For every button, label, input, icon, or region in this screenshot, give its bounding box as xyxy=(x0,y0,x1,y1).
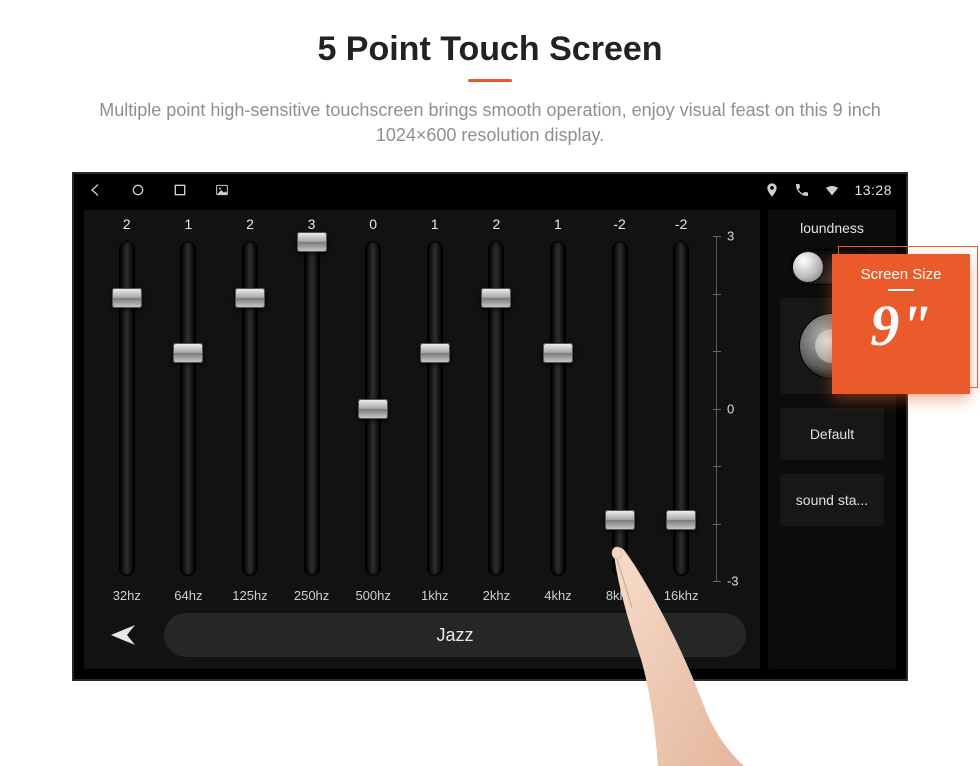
eq-slider-thumb[interactable] xyxy=(235,288,265,308)
eq-slider[interactable] xyxy=(181,242,195,575)
recent-apps-icon[interactable] xyxy=(172,182,188,198)
location-icon xyxy=(764,182,780,198)
eq-slider-thumb[interactable] xyxy=(297,232,327,252)
equalizer-panel: 232hz164hz2125hz3250hz0500hz11khz22khz14… xyxy=(84,210,760,669)
eq-band-freq: 2khz xyxy=(483,581,510,609)
page-title: 5 Point Touch Screen xyxy=(0,30,980,69)
title-underline xyxy=(468,79,512,82)
eq-band-freq: 4khz xyxy=(544,581,571,609)
eq-band: 1 64hz xyxy=(158,216,220,609)
phone-icon xyxy=(794,182,810,198)
eq-slider-thumb[interactable] xyxy=(420,343,450,363)
eq-scale-label: -3 xyxy=(727,574,739,589)
loudness-label: loundness xyxy=(800,220,864,236)
eq-slider-thumb[interactable] xyxy=(481,288,511,308)
eq-band-freq: 32hz xyxy=(113,581,141,609)
eq-scale: 3 0 -3 xyxy=(712,216,748,609)
eq-band-freq: 125hz xyxy=(232,581,267,609)
eq-slider[interactable] xyxy=(243,242,257,575)
eq-slider-thumb[interactable] xyxy=(666,510,696,530)
status-time: 13:28 xyxy=(854,182,892,198)
sound-stage-button[interactable]: sound sta... xyxy=(780,474,884,526)
eq-band-value: -2 xyxy=(675,216,687,236)
eq-band-value: -2 xyxy=(613,216,625,236)
eq-band-freq: 8khz xyxy=(606,581,633,609)
eq-band: 2 32hz xyxy=(96,216,158,609)
badge-value: 9" xyxy=(870,297,931,355)
badge-label: Screen Size xyxy=(861,266,942,283)
eq-slider[interactable] xyxy=(366,242,380,575)
eq-band: 0 500hz xyxy=(342,216,404,609)
preset-selector[interactable]: Jazz xyxy=(164,613,746,657)
eq-band-value: 2 xyxy=(246,216,254,236)
eq-band: -2 8khz xyxy=(589,216,651,609)
android-navbar: 13:28 xyxy=(74,174,906,206)
eq-band: 2 2khz xyxy=(466,216,528,609)
wifi-icon xyxy=(824,182,840,198)
eq-slider-thumb[interactable] xyxy=(605,510,635,530)
gallery-icon[interactable] xyxy=(214,182,230,198)
eq-bands: 232hz164hz2125hz3250hz0500hz11khz22khz14… xyxy=(92,216,752,609)
eq-band-value: 1 xyxy=(554,216,562,236)
eq-slider[interactable] xyxy=(489,242,503,575)
eq-band: 2 125hz xyxy=(219,216,281,609)
eq-scale-label: 3 xyxy=(727,229,734,244)
eq-slider[interactable] xyxy=(551,242,565,575)
eq-band-value: 1 xyxy=(184,216,192,236)
eq-slider[interactable] xyxy=(305,242,319,575)
eq-slider-thumb[interactable] xyxy=(543,343,573,363)
eq-band: -2 16khz xyxy=(650,216,712,609)
device-screenshot: 13:28 232hz164hz2125hz3250hz0500hz11khz2… xyxy=(72,172,908,681)
screen-size-badge: Screen Size 9" xyxy=(832,254,970,394)
eq-slider[interactable] xyxy=(120,242,134,575)
eq-band: 1 4khz xyxy=(527,216,589,609)
eq-band: 1 1khz xyxy=(404,216,466,609)
eq-band-freq: 16khz xyxy=(664,581,699,609)
eq-band-value: 2 xyxy=(492,216,500,236)
home-icon[interactable] xyxy=(130,182,146,198)
eq-band-value: 0 xyxy=(369,216,377,236)
eq-slider[interactable] xyxy=(428,242,442,575)
default-button[interactable]: Default xyxy=(780,408,884,460)
eq-slider-thumb[interactable] xyxy=(112,288,142,308)
eq-band-freq: 250hz xyxy=(294,581,329,609)
eq-band-freq: 500hz xyxy=(355,581,390,609)
eq-scale-label: 0 xyxy=(727,401,734,416)
eq-slider[interactable] xyxy=(613,242,627,575)
eq-slider[interactable] xyxy=(674,242,688,575)
eq-slider-thumb[interactable] xyxy=(358,399,388,419)
eq-slider-thumb[interactable] xyxy=(173,343,203,363)
eq-band-value: 2 xyxy=(123,216,131,236)
eq-band-freq: 1khz xyxy=(421,581,448,609)
page-subtitle: Multiple point high-sensitive touchscree… xyxy=(70,98,910,148)
eq-band: 3250hz xyxy=(281,216,343,609)
eq-band-value: 1 xyxy=(431,216,439,236)
preset-prev-button[interactable] xyxy=(98,621,146,649)
eq-band-freq: 64hz xyxy=(174,581,202,609)
back-icon[interactable] xyxy=(88,182,104,198)
